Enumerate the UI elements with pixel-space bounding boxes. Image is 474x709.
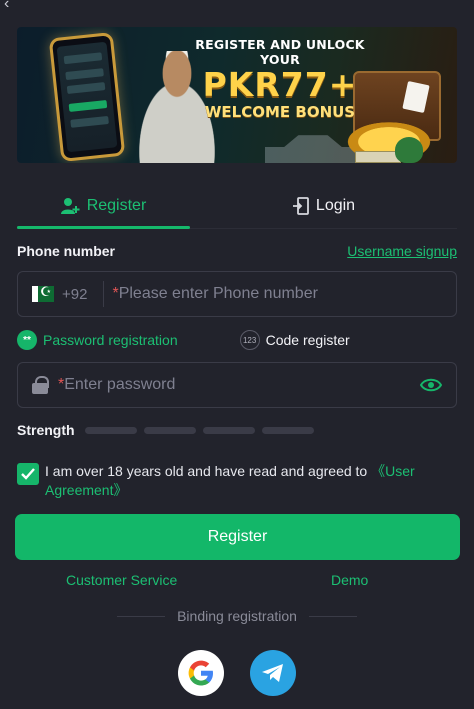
strength-segment [261,426,314,434]
phone-field-divider [103,281,105,307]
agreement-checkbox[interactable] [17,463,39,485]
password-registration-label: Password registration [43,332,178,348]
phone-label-row: Phone number Username signup [17,241,457,261]
telegram-login-button[interactable] [250,650,296,696]
password-strength: Strength [17,421,457,439]
banner-phone-graphic [48,31,126,163]
tab-register-label: Register [86,196,147,214]
agreement-statement: I am over 18 years old and have read and… [45,463,372,479]
password-field: * Enter password [17,362,457,408]
tab-login[interactable]: Login [190,183,457,228]
binding-registration-label: Binding registration [177,608,297,624]
google-login-button[interactable] [178,650,224,696]
phone-field: +92 * Please enter Phone number [17,271,457,317]
user-plus-icon [60,197,80,214]
banner-headline: REGISTER AND UNLOCK YOUR PKR77+ WELCOME … [185,37,375,121]
banner-money-bag [395,137,423,163]
banner-line3: WELCOME BONUS [204,103,356,121]
code-register-label: Code register [265,332,350,348]
binding-registration-divider: Binding registration [117,607,358,625]
customer-service-link[interactable]: Customer Service [66,572,177,588]
banner-line2: PKR77+ [202,65,358,104]
telegram-icon [262,664,283,682]
password-dots-icon: ** [17,330,37,350]
eye-icon[interactable] [420,378,442,392]
phone-number-label: Phone number [17,243,116,259]
divider-line [308,615,358,617]
code-123-icon: 123 [239,330,260,350]
country-code[interactable]: +92 [62,286,87,303]
agreement-row: I am over 18 years old and have read and… [17,462,457,500]
pakistan-flag-icon[interactable] [32,284,54,302]
banner-line1: REGISTER AND UNLOCK YOUR [195,37,365,67]
tab-register[interactable]: Register [17,183,190,229]
registration-mode-row: ** Password registration 123 Code regist… [17,329,457,351]
strength-label: Strength [17,422,75,438]
footer-links: Customer Service Demo [17,572,457,590]
lock-icon [32,376,49,394]
username-signup-link[interactable]: Username signup [347,243,457,259]
code-register-option[interactable]: 123 Code register [239,330,350,350]
tab-login-label: Login [315,196,356,214]
strength-segment [84,426,137,434]
demo-link[interactable]: Demo [331,572,368,588]
password-registration-option[interactable]: ** Password registration [17,330,178,350]
checkmark-icon [21,468,35,480]
register-button[interactable]: Register [15,514,460,560]
strength-segment [202,426,255,434]
strength-segment [143,426,196,434]
promo-banner[interactable]: REGISTER AND UNLOCK YOUR PKR77+ WELCOME … [17,27,457,163]
divider-line [117,615,166,617]
login-door-icon [292,196,309,215]
google-icon [188,660,213,686]
back-button[interactable]: ‹ [4,0,20,12]
agreement-text: I am over 18 years old and have read and… [45,462,445,500]
auth-tabs: Register Login [17,183,457,229]
